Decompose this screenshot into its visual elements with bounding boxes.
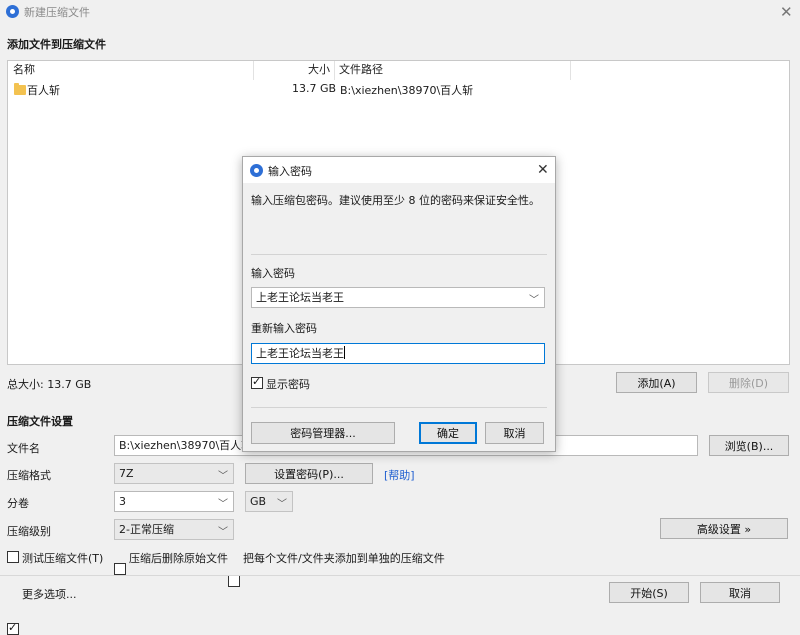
format-select[interactable]: 7Z ﹀ xyxy=(114,463,234,484)
more-options-label[interactable]: 更多选项... xyxy=(22,586,77,602)
add-button[interactable]: 添加(A) xyxy=(616,372,697,393)
filename-label: 文件名 xyxy=(7,442,40,455)
chevron-down-icon: ﹀ xyxy=(218,499,228,510)
separate-archives-checkbox[interactable] xyxy=(228,575,240,587)
window-title: 新建压缩文件 xyxy=(24,6,90,19)
cancel-button[interactable]: 取消 xyxy=(700,582,780,603)
repeat-password-value: 上老王论坛当老王 xyxy=(256,347,344,360)
section-settings-title: 压缩文件设置 xyxy=(7,415,73,428)
delete-button[interactable]: 删除(D) xyxy=(708,372,789,393)
volume-combobox[interactable]: 3 ﹀ xyxy=(114,491,234,512)
dialog-divider xyxy=(251,407,547,408)
separate-archives-label[interactable]: 把每个文件/文件夹添加到单独的压缩文件 xyxy=(243,550,445,566)
row-path: B:\xiezhen\38970\百人斩 xyxy=(340,84,474,97)
total-size: 总大小: 13.7 GB xyxy=(7,378,92,391)
more-options-checkbox[interactable] xyxy=(7,621,19,635)
volume-unit-select[interactable]: GB ﹀ xyxy=(245,491,293,512)
chevron-down-icon[interactable]: ﹀ xyxy=(529,291,539,307)
help-link[interactable]: [帮助] xyxy=(384,467,415,483)
level-select[interactable]: 2-正常压缩 ﹀ xyxy=(114,519,234,540)
format-value: 7Z xyxy=(119,467,134,480)
password-dialog: 输入密码 ✕ 输入压缩包密码。建议使用至少 8 位的密码来保证安全性。 输入密码… xyxy=(242,156,556,452)
dialog-title: 输入密码 xyxy=(268,165,312,178)
row-size: 13.7 GB xyxy=(292,82,337,95)
text-caret xyxy=(344,346,345,359)
advanced-settings-button[interactable]: 高级设置 » xyxy=(660,518,788,539)
chevron-down-icon: ﹀ xyxy=(218,527,228,538)
start-button[interactable]: 开始(S) xyxy=(609,582,689,603)
format-label: 压缩格式 xyxy=(7,469,51,482)
test-archive-checkbox[interactable] xyxy=(7,551,19,563)
section-add-title: 添加文件到压缩文件 xyxy=(7,38,106,51)
volume-value: 3 xyxy=(119,495,126,508)
volume-label: 分卷 xyxy=(7,497,29,510)
level-label: 压缩级别 xyxy=(7,525,51,538)
column-separator[interactable] xyxy=(334,61,335,80)
password-input[interactable]: 上老王论坛当老王 ﹀ xyxy=(251,287,545,308)
window-titlebar xyxy=(0,0,800,24)
password-manager-button[interactable]: 密码管理器... xyxy=(251,422,395,444)
row-name: 百人斩 xyxy=(27,84,60,97)
set-password-button[interactable]: 设置密码(P)... xyxy=(245,463,373,484)
volume-unit-value: GB xyxy=(250,495,267,508)
delete-after-checkbox[interactable] xyxy=(114,563,126,575)
column-header-size[interactable]: 大小 xyxy=(308,61,330,80)
dialog-cancel-button[interactable]: 取消 xyxy=(485,422,544,444)
app-icon xyxy=(6,5,19,18)
dialog-app-icon xyxy=(250,164,263,177)
dialog-divider xyxy=(251,254,547,255)
column-separator[interactable] xyxy=(253,61,254,80)
show-password-checkbox[interactable] xyxy=(251,375,263,389)
dialog-hint: 输入压缩包密码。建议使用至少 8 位的密码来保证安全性。 xyxy=(251,194,540,207)
browse-button[interactable]: 浏览(B)... xyxy=(709,435,789,456)
password-label: 输入密码 xyxy=(251,267,295,280)
column-separator[interactable] xyxy=(570,61,571,80)
repeat-password-label: 重新输入密码 xyxy=(251,322,317,335)
test-archive-label[interactable]: 测试压缩文件(T) xyxy=(22,550,103,566)
folder-icon xyxy=(14,83,26,95)
dialog-close-icon[interactable]: ✕ xyxy=(537,162,549,178)
column-header-name[interactable]: 名称 xyxy=(13,61,35,80)
column-header-path[interactable]: 文件路径 xyxy=(339,61,383,80)
ok-button[interactable]: 确定 xyxy=(419,422,477,444)
table-row[interactable]: 百人斩 13.7 GB B:\xiezhen\38970\百人斩 xyxy=(8,81,789,98)
show-password-label[interactable]: 显示密码 xyxy=(266,376,310,392)
delete-after-label[interactable]: 压缩后删除原始文件 xyxy=(129,550,228,566)
divider xyxy=(0,575,800,576)
chevron-down-icon: ﹀ xyxy=(218,471,228,482)
chevron-down-icon: ﹀ xyxy=(277,499,287,510)
repeat-password-input[interactable]: 上老王论坛当老王 xyxy=(251,343,545,364)
window-close-icon[interactable]: ✕ xyxy=(780,5,793,20)
level-value: 2-正常压缩 xyxy=(119,523,174,536)
password-value: 上老王论坛当老王 xyxy=(256,291,344,304)
